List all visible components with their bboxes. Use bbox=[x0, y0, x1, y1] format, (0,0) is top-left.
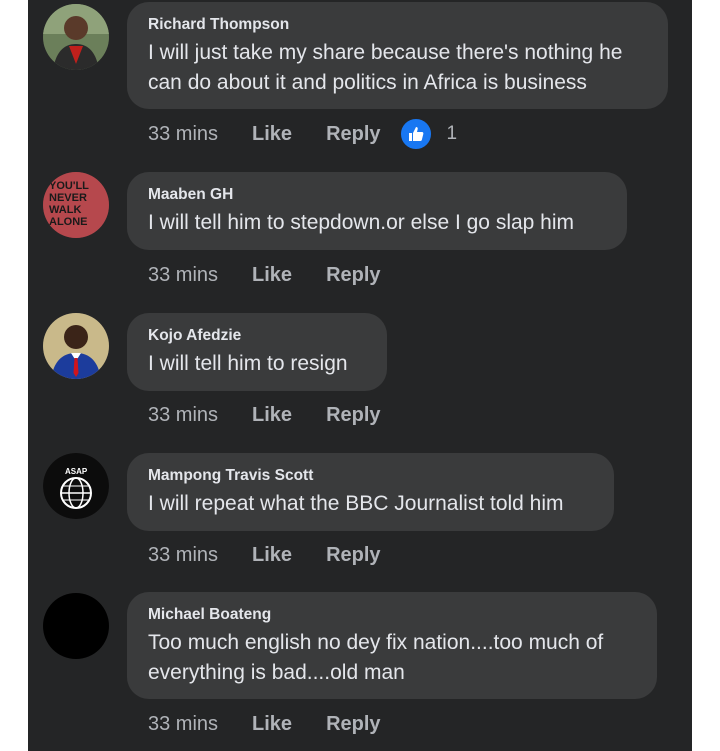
comment-actions: 33 mins Like Reply bbox=[148, 401, 381, 429]
comment-actions: 33 mins Like Reply 1 bbox=[148, 117, 458, 151]
comment-author[interactable]: Maaben GH bbox=[148, 186, 605, 204]
reaction-count: 1 bbox=[446, 123, 458, 144]
avatar[interactable]: ASAP bbox=[43, 453, 109, 519]
like-button[interactable]: Like bbox=[252, 544, 292, 567]
reaction-summary[interactable]: 1 bbox=[398, 117, 458, 151]
comment-actions: 33 mins Like Reply bbox=[148, 710, 381, 738]
avatar[interactable] bbox=[43, 4, 109, 70]
comment-actions: 33 mins Like Reply bbox=[148, 541, 381, 569]
comment-text-line: I will tell him to resign bbox=[148, 352, 348, 375]
comment-bubble: Michael Boateng Too much english no dey … bbox=[127, 592, 657, 699]
comment-timestamp[interactable]: 33 mins bbox=[148, 123, 218, 146]
thumbs-up-icon bbox=[398, 117, 433, 151]
comment-text: I will tell him to resign bbox=[148, 349, 365, 379]
comment-author[interactable]: Michael Boateng bbox=[148, 606, 635, 624]
comment-text-line: I will tell him to stepdown.or else I go… bbox=[148, 211, 575, 234]
like-button[interactable]: Like bbox=[252, 404, 292, 427]
comment-text: I will repeat what the BBC Journalist to… bbox=[148, 489, 592, 519]
comment-bubble: Richard Thompson I will just take my sha… bbox=[127, 2, 668, 109]
comment-bubble: Mampong Travis Scott I will repeat what … bbox=[127, 453, 614, 531]
comment-bubble: Maaben GH I will tell him to stepdown.or… bbox=[127, 172, 627, 250]
avatar-text: YOU'LL bbox=[49, 180, 89, 192]
comment-text-line: everything is bad....old man bbox=[148, 661, 405, 684]
comment-text-line: I will repeat what the BBC Journalist to… bbox=[148, 492, 564, 515]
avatar[interactable] bbox=[43, 313, 109, 379]
comments-panel: Richard Thompson I will just take my sha… bbox=[28, 0, 692, 751]
comment-text: I will tell him to stepdown.or else I go… bbox=[148, 208, 605, 238]
comment-text-line: I will just take my share because there'… bbox=[148, 41, 623, 64]
comment-text: Too much english no dey fix nation....to… bbox=[148, 628, 635, 688]
comment-timestamp[interactable]: 33 mins bbox=[148, 264, 218, 287]
comment-actions: 33 mins Like Reply bbox=[148, 261, 381, 289]
comment-author[interactable]: Kojo Afedzie bbox=[148, 327, 365, 345]
avatar-text: ALONE bbox=[49, 216, 88, 228]
reply-button[interactable]: Reply bbox=[326, 713, 380, 736]
comment-author[interactable]: Mampong Travis Scott bbox=[148, 467, 592, 485]
comment-timestamp[interactable]: 33 mins bbox=[148, 404, 218, 427]
avatar-text: NEVER bbox=[49, 192, 87, 204]
avatar[interactable]: YOU'LL NEVER WALK ALONE bbox=[43, 172, 109, 238]
comment-text-line: can do about it and politics in Africa i… bbox=[148, 71, 587, 94]
avatar-text: ASAP bbox=[65, 467, 88, 476]
comment-timestamp[interactable]: 33 mins bbox=[148, 713, 218, 736]
like-button[interactable]: Like bbox=[252, 264, 292, 287]
like-button[interactable]: Like bbox=[252, 713, 292, 736]
comment-bubble: Kojo Afedzie I will tell him to resign bbox=[127, 313, 387, 391]
comment-text: I will just take my share because there'… bbox=[148, 38, 646, 98]
avatar-text: WALK bbox=[49, 204, 81, 216]
reply-button[interactable]: Reply bbox=[326, 123, 380, 146]
comment-text-line: Too much english no dey fix nation....to… bbox=[148, 631, 604, 654]
reply-button[interactable]: Reply bbox=[326, 544, 380, 567]
comment-timestamp[interactable]: 33 mins bbox=[148, 544, 218, 567]
avatar[interactable] bbox=[43, 593, 109, 659]
reply-button[interactable]: Reply bbox=[326, 264, 380, 287]
comment-author[interactable]: Richard Thompson bbox=[148, 16, 646, 34]
reply-button[interactable]: Reply bbox=[326, 404, 380, 427]
like-button[interactable]: Like bbox=[252, 123, 292, 146]
